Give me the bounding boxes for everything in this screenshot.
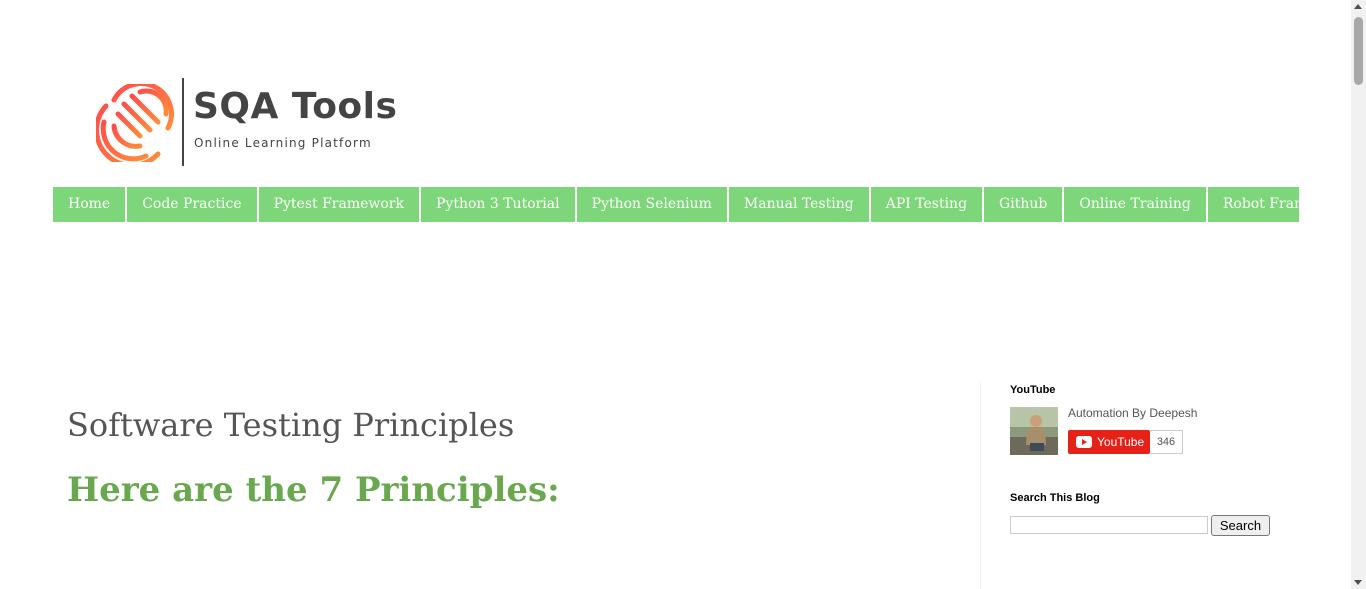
fingerprint-logo-icon bbox=[96, 84, 174, 162]
subscriber-count: 346 bbox=[1150, 430, 1183, 454]
channel-avatar[interactable] bbox=[1010, 407, 1058, 455]
page-scrollbar[interactable] bbox=[1351, 0, 1366, 589]
youtube-play-icon bbox=[1076, 436, 1092, 448]
nav-item-api-testing[interactable]: API Testing bbox=[871, 187, 985, 222]
logo-subtitle: Online Learning Platform bbox=[194, 136, 372, 150]
scroll-down-icon[interactable] bbox=[1354, 580, 1362, 585]
youtube-subscribe-button[interactable]: YouTube bbox=[1068, 430, 1150, 454]
search-widget-title: Search This Blog bbox=[1010, 492, 1100, 504]
site-logo[interactable]: SQA Tools Online Learning Platform bbox=[96, 78, 426, 168]
nav-item-robot-framework[interactable]: Robot Framework bbox=[1208, 187, 1366, 222]
nav-item-code-practice[interactable]: Code Practice bbox=[127, 187, 259, 222]
nav-item-pytest-framework[interactable]: Pytest Framework bbox=[259, 187, 421, 222]
post-title: Software Testing Principles bbox=[67, 406, 515, 444]
main-nav: Home Code Practice Pytest Framework Pyth… bbox=[53, 187, 1351, 222]
scroll-thumb[interactable] bbox=[1354, 17, 1363, 85]
scroll-up-icon[interactable] bbox=[1354, 4, 1362, 9]
nav-item-manual-testing[interactable]: Manual Testing bbox=[729, 187, 871, 222]
nav-item-python-selenium[interactable]: Python Selenium bbox=[577, 187, 729, 222]
channel-avatar-image bbox=[1010, 407, 1058, 455]
logo-divider bbox=[182, 78, 184, 166]
search-button[interactable]: Search bbox=[1211, 515, 1270, 536]
nav-item-github[interactable]: Github bbox=[984, 187, 1065, 222]
search-input[interactable] bbox=[1010, 516, 1208, 534]
sidebar-divider bbox=[980, 383, 981, 589]
youtube-widget-title: YouTube bbox=[1010, 384, 1056, 396]
youtube-button-label: YouTube bbox=[1097, 435, 1145, 449]
nav-item-home[interactable]: Home bbox=[53, 187, 128, 222]
logo-title: SQA Tools bbox=[193, 86, 398, 127]
nav-item-python-3-tutorial[interactable]: Python 3 Tutorial bbox=[421, 187, 577, 222]
nav-item-online-training[interactable]: Online Training bbox=[1064, 187, 1208, 222]
channel-name[interactable]: Automation By Deepesh bbox=[1068, 406, 1197, 420]
post-heading: Here are the 7 Principles: bbox=[67, 470, 560, 510]
